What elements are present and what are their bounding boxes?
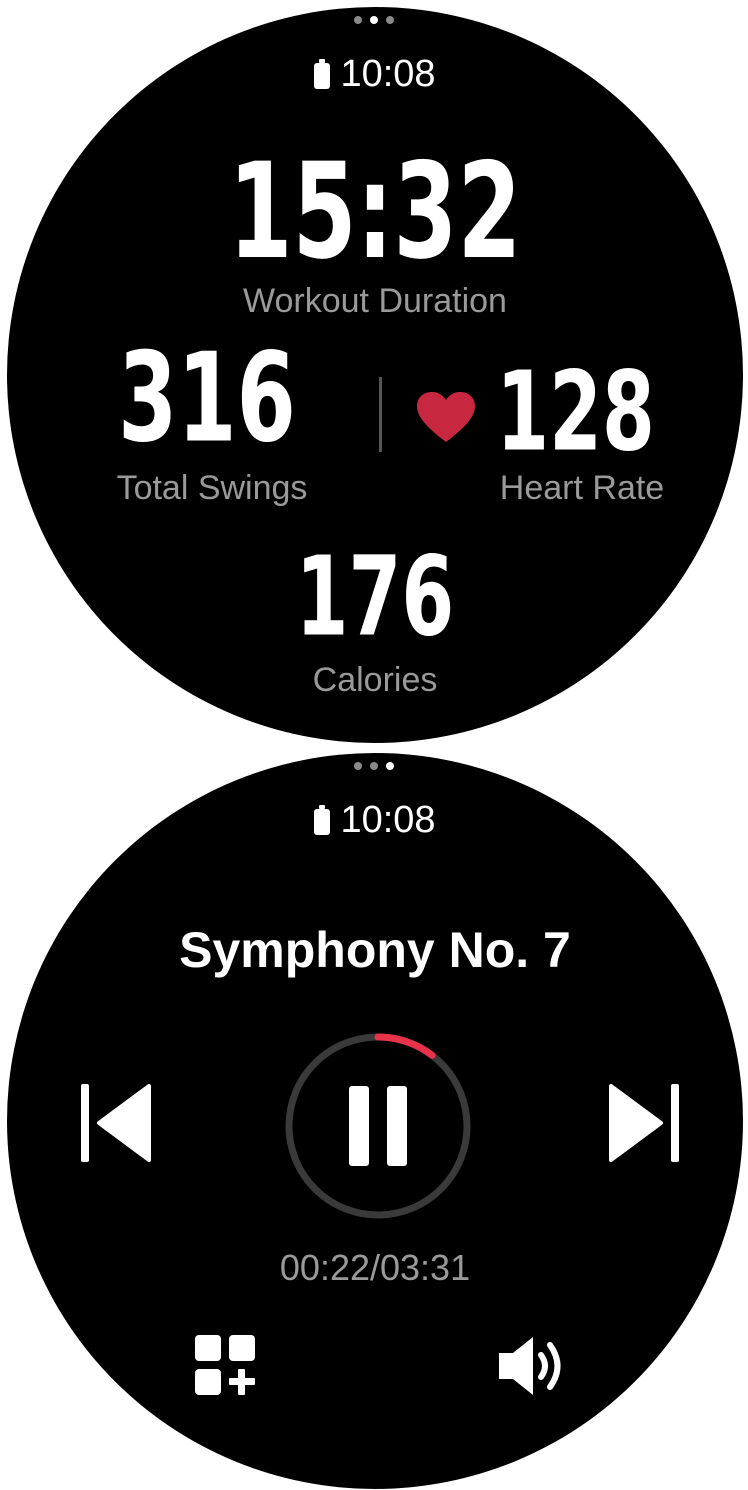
status-bar: 10:08	[7, 799, 743, 842]
page-dot-1[interactable]	[354, 762, 362, 770]
workout-duration-label: Workout Duration	[243, 282, 507, 320]
battery-icon	[314, 805, 331, 835]
page-dot-3[interactable]	[386, 16, 394, 24]
playback-time: 00:22/03:31	[279, 1247, 471, 1288]
play-pause-button[interactable]	[283, 1031, 473, 1221]
page-indicator-workout[interactable]	[354, 16, 394, 24]
workout-duration-value: 15:32	[228, 133, 522, 289]
total-swings-value: 316	[118, 327, 296, 471]
add-to-playlist-button[interactable]	[193, 1333, 259, 1399]
page-dot-2-active[interactable]	[370, 16, 378, 24]
watch-face-workout: 10:08 15:32 Workout Duration 316 Total S…	[7, 7, 743, 743]
previous-track-button[interactable]	[75, 1078, 155, 1168]
page-indicator-music[interactable]	[354, 762, 394, 770]
page-dot-1[interactable]	[354, 16, 362, 24]
battery-icon	[314, 59, 331, 89]
progress-track	[285, 1033, 471, 1219]
heart-rate-value: 128	[496, 347, 655, 476]
volume-button[interactable]	[495, 1333, 571, 1399]
progress-arc	[374, 1033, 436, 1059]
next-track-button[interactable]	[605, 1078, 685, 1168]
stat-divider	[379, 377, 382, 452]
track-title: Symphony No. 7	[179, 922, 571, 978]
heart-icon	[417, 392, 475, 442]
next-track-icon	[609, 1084, 679, 1162]
heart-rate-label: Heart Rate	[499, 469, 665, 507]
status-time: 10:08	[340, 799, 436, 841]
status-bar: 10:08	[7, 53, 743, 96]
calories-label: Calories	[312, 661, 438, 699]
previous-track-icon	[81, 1084, 151, 1162]
page-dot-3-active[interactable]	[386, 762, 394, 770]
add-widget-icon	[195, 1335, 255, 1395]
total-swings-label: Total Swings	[116, 469, 308, 507]
page-dot-2[interactable]	[370, 762, 378, 770]
pause-icon	[349, 1086, 407, 1166]
progress-ring	[285, 1033, 471, 1219]
watch-face-music: 10:08 Symphony No. 7 00:22/03:31	[7, 753, 743, 1489]
calories-value: 176	[295, 532, 455, 661]
status-time: 10:08	[340, 53, 436, 95]
volume-icon	[499, 1337, 561, 1395]
page: 10:08 15:32 Workout Duration 316 Total S…	[0, 0, 748, 1490]
